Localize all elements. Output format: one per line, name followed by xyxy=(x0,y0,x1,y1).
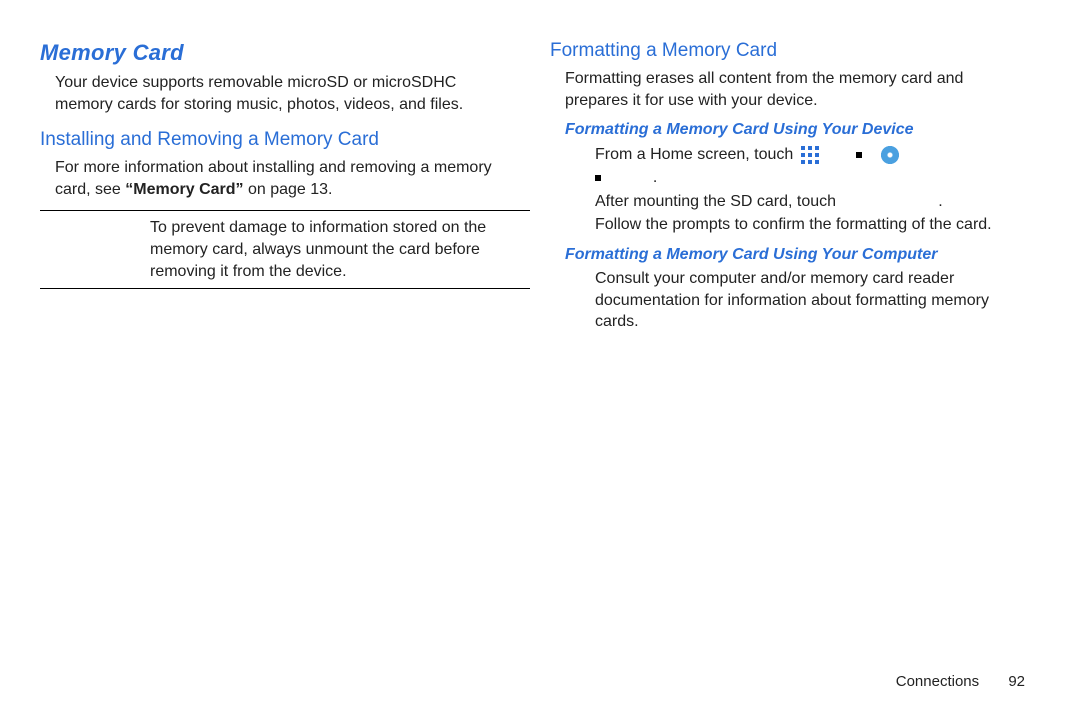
format-heading: Formatting a Memory Card xyxy=(550,40,1025,62)
method1-steps: From a Home screen, touch . After mounti… xyxy=(595,143,1025,236)
intro-paragraph: Your device supports removable microSD o… xyxy=(55,72,515,115)
right-column: Formatting a Memory Card Formatting eras… xyxy=(540,40,1050,650)
install-heading: Installing and Removing a Memory Card xyxy=(40,129,515,151)
arrow-icon xyxy=(595,175,601,181)
left-column: Memory Card Your device supports removab… xyxy=(30,40,540,650)
arrow-icon xyxy=(856,152,862,158)
method2-body: Consult your computer and/or memory card… xyxy=(595,268,1025,333)
install-paragraph: For more information about installing an… xyxy=(55,157,515,200)
section-heading: Memory Card xyxy=(40,40,515,66)
page-footer: Connections 92 xyxy=(896,673,1025,690)
install-tail: on page 13. xyxy=(244,181,333,198)
method1-heading: Formatting a Memory Card Using Your Devi… xyxy=(565,121,1025,139)
format-intro: Formatting erases all content from the m… xyxy=(565,68,1025,111)
step2-lead: After mounting the SD card, touch xyxy=(595,193,840,210)
page-number: 92 xyxy=(1008,673,1025,690)
step1-lead: From a Home screen, touch xyxy=(595,146,798,163)
settings-icon xyxy=(881,146,899,164)
step2-tail: . xyxy=(938,193,942,210)
page: Memory Card Your device supports removab… xyxy=(0,0,1080,670)
install-crossref: “Memory Card” xyxy=(125,181,243,198)
footer-section: Connections xyxy=(896,673,979,690)
apps-icon xyxy=(801,146,819,164)
note-box: To prevent damage to information stored … xyxy=(40,210,530,289)
note-text: To prevent damage to information stored … xyxy=(150,217,530,282)
method2-heading: Formatting a Memory Card Using Your Comp… xyxy=(565,246,1025,264)
step3: Follow the prompts to confirm the format… xyxy=(595,216,992,233)
step1-tail: . xyxy=(653,169,657,186)
